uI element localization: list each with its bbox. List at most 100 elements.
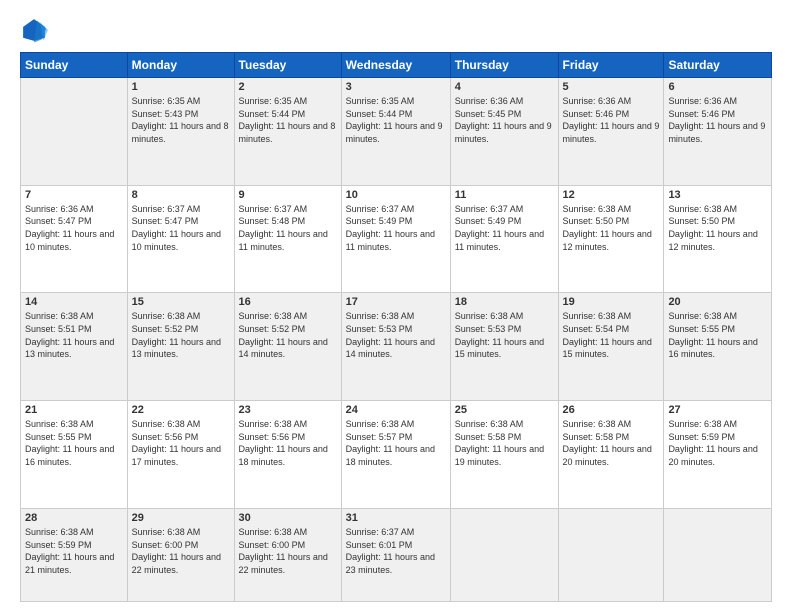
- day-number: 22: [132, 404, 230, 416]
- calendar-cell: 26Sunrise: 6:38 AM Sunset: 5:58 PM Dayli…: [558, 401, 664, 509]
- day-number: 31: [346, 512, 446, 524]
- cell-content: Sunrise: 6:35 AM Sunset: 5:43 PM Dayligh…: [132, 95, 230, 145]
- cell-content: Sunrise: 6:38 AM Sunset: 5:56 PM Dayligh…: [132, 418, 230, 468]
- cell-content: Sunrise: 6:38 AM Sunset: 5:58 PM Dayligh…: [563, 418, 660, 468]
- calendar-cell: 31 Sunrise: 6:37 AM Sunset: 6:01 PM Dayli…: [341, 508, 450, 601]
- calendar-cell: 28 Sunrise: 6:38 AM Sunset: 5:59 PM Dayli…: [21, 508, 128, 601]
- calendar-cell: 29 Sunrise: 6:38 AM Sunset: 6:00 PM Dayli…: [127, 508, 234, 601]
- calendar-cell: 6 Sunrise: 6:36 AM Sunset: 5:46 PM Daylig…: [664, 78, 772, 186]
- calendar-cell: 21 Sunrise: 6:38 AM Sunset: 5:55 PM Dayli…: [21, 401, 128, 509]
- cell-content: Sunrise: 6:38 AM Sunset: 5:59 PM Dayligh…: [25, 526, 123, 576]
- cell-content: Sunrise: 6:36 AM Sunset: 5:46 PM Dayligh…: [563, 95, 660, 145]
- cell-content: Sunrise: 6:37 AM Sunset: 6:01 PM Dayligh…: [346, 526, 446, 576]
- cell-content: Sunrise: 6:35 AM Sunset: 5:44 PM Dayligh…: [346, 95, 446, 145]
- cell-content: Sunrise: 6:38 AM Sunset: 5:52 PM Dayligh…: [239, 310, 337, 360]
- calendar-cell: 30Sunrise: 6:38 AM Sunset: 6:00 PM Dayli…: [234, 508, 341, 601]
- calendar-cell: 27 Sunrise: 6:38 AM Sunset: 5:59 PM Dayli…: [664, 401, 772, 509]
- cell-content: Sunrise: 6:36 AM Sunset: 5:45 PM Dayligh…: [455, 95, 554, 145]
- calendar-cell: [450, 508, 558, 601]
- cell-content: Sunrise: 6:36 AM Sunset: 5:46 PM Dayligh…: [668, 95, 767, 145]
- week-row-4: 28 Sunrise: 6:38 AM Sunset: 5:59 PM Dayli…: [21, 508, 772, 601]
- week-row-1: 7 Sunrise: 6:36 AM Sunset: 5:47 PM Daylig…: [21, 185, 772, 293]
- cell-content: Sunrise: 6:38 AM Sunset: 5:57 PM Dayligh…: [346, 418, 446, 468]
- calendar-cell: 4 Sunrise: 6:36 AM Sunset: 5:45 PM Daylig…: [450, 78, 558, 186]
- cell-content: Sunrise: 6:35 AM Sunset: 5:44 PM Dayligh…: [239, 95, 337, 145]
- day-number: 20: [668, 296, 767, 308]
- calendar-cell: 10 Sunrise: 6:37 AM Sunset: 5:49 PM Dayli…: [341, 185, 450, 293]
- calendar-cell: 13Sunrise: 6:38 AM Sunset: 5:50 PM Dayli…: [664, 185, 772, 293]
- day-header-tuesday: Tuesday: [234, 53, 341, 78]
- calendar-table: SundayMondayTuesdayWednesdayThursdayFrid…: [20, 52, 772, 602]
- calendar-cell: 24Sunrise: 6:38 AM Sunset: 5:57 PM Dayli…: [341, 401, 450, 509]
- page: SundayMondayTuesdayWednesdayThursdayFrid…: [0, 0, 792, 612]
- calendar-cell: 19 Sunrise: 6:38 AM Sunset: 5:54 PM Dayli…: [558, 293, 664, 401]
- calendar-cell: 1 Sunrise: 6:35 AM Sunset: 5:43 PM Daylig…: [127, 78, 234, 186]
- calendar-cell: 23Sunrise: 6:38 AM Sunset: 5:56 PM Dayli…: [234, 401, 341, 509]
- cell-content: Sunrise: 6:38 AM Sunset: 5:59 PM Dayligh…: [668, 418, 767, 468]
- calendar-cell: 15Sunrise: 6:38 AM Sunset: 5:52 PM Dayli…: [127, 293, 234, 401]
- calendar-cell: 11 Sunrise: 6:37 AM Sunset: 5:49 PM Dayli…: [450, 185, 558, 293]
- calendar-cell: 22 Sunrise: 6:38 AM Sunset: 5:56 PM Dayli…: [127, 401, 234, 509]
- calendar-cell: 2 Sunrise: 6:35 AM Sunset: 5:44 PM Daylig…: [234, 78, 341, 186]
- logo-icon: [20, 16, 48, 44]
- calendar-cell: 12 Sunrise: 6:38 AM Sunset: 5:50 PM Dayli…: [558, 185, 664, 293]
- day-header-monday: Monday: [127, 53, 234, 78]
- day-number: 10: [346, 189, 446, 201]
- day-number: 25: [455, 404, 554, 416]
- header-row: SundayMondayTuesdayWednesdayThursdayFrid…: [21, 53, 772, 78]
- header: [20, 16, 772, 44]
- day-number: 18: [455, 296, 554, 308]
- cell-content: Sunrise: 6:38 AM Sunset: 5:54 PM Dayligh…: [563, 310, 660, 360]
- cell-content: Sunrise: 6:38 AM Sunset: 5:53 PM Dayligh…: [346, 310, 446, 360]
- calendar-cell: 5 Sunrise: 6:36 AM Sunset: 5:46 PM Daylig…: [558, 78, 664, 186]
- calendar-cell: 8Sunrise: 6:37 AM Sunset: 5:47 PM Daylig…: [127, 185, 234, 293]
- calendar-cell: 7 Sunrise: 6:36 AM Sunset: 5:47 PM Daylig…: [21, 185, 128, 293]
- calendar-cell: 25 Sunrise: 6:38 AM Sunset: 5:58 PM Dayli…: [450, 401, 558, 509]
- calendar-cell: 9Sunrise: 6:37 AM Sunset: 5:48 PM Daylig…: [234, 185, 341, 293]
- day-number: 11: [455, 189, 554, 201]
- cell-content: Sunrise: 6:38 AM Sunset: 5:55 PM Dayligh…: [25, 418, 123, 468]
- day-number: 8: [132, 189, 230, 201]
- calendar-cell: 20 Sunrise: 6:38 AM Sunset: 5:55 PM Dayli…: [664, 293, 772, 401]
- cell-content: Sunrise: 6:38 AM Sunset: 5:50 PM Dayligh…: [563, 203, 660, 253]
- day-number: 2: [239, 81, 337, 93]
- day-header-sunday: Sunday: [21, 53, 128, 78]
- day-header-friday: Friday: [558, 53, 664, 78]
- calendar-cell: 16 Sunrise: 6:38 AM Sunset: 5:52 PM Dayli…: [234, 293, 341, 401]
- day-number: 27: [668, 404, 767, 416]
- day-number: 12: [563, 189, 660, 201]
- cell-content: Sunrise: 6:36 AM Sunset: 5:47 PM Dayligh…: [25, 203, 123, 253]
- calendar-cell: [21, 78, 128, 186]
- cell-content: Sunrise: 6:38 AM Sunset: 5:51 PM Dayligh…: [25, 310, 123, 360]
- day-header-saturday: Saturday: [664, 53, 772, 78]
- calendar-cell: 3 Sunrise: 6:35 AM Sunset: 5:44 PM Daylig…: [341, 78, 450, 186]
- cell-content: Sunrise: 6:38 AM Sunset: 5:53 PM Dayligh…: [455, 310, 554, 360]
- cell-content: Sunrise: 6:38 AM Sunset: 5:56 PM Dayligh…: [239, 418, 337, 468]
- cell-content: Sunrise: 6:38 AM Sunset: 5:55 PM Dayligh…: [668, 310, 767, 360]
- cell-content: Sunrise: 6:37 AM Sunset: 5:49 PM Dayligh…: [455, 203, 554, 253]
- cell-content: Sunrise: 6:37 AM Sunset: 5:49 PM Dayligh…: [346, 203, 446, 253]
- day-number: 3: [346, 81, 446, 93]
- cell-content: Sunrise: 6:37 AM Sunset: 5:48 PM Dayligh…: [239, 203, 337, 253]
- logo: [20, 16, 52, 44]
- calendar-cell: 17Sunrise: 6:38 AM Sunset: 5:53 PM Dayli…: [341, 293, 450, 401]
- day-header-wednesday: Wednesday: [341, 53, 450, 78]
- day-number: 19: [563, 296, 660, 308]
- calendar-cell: [558, 508, 664, 601]
- week-row-0: 1 Sunrise: 6:35 AM Sunset: 5:43 PM Daylig…: [21, 78, 772, 186]
- day-number: 21: [25, 404, 123, 416]
- day-number: 28: [25, 512, 123, 524]
- day-number: 4: [455, 81, 554, 93]
- calendar-cell: 14Sunrise: 6:38 AM Sunset: 5:51 PM Dayli…: [21, 293, 128, 401]
- cell-content: Sunrise: 6:38 AM Sunset: 5:58 PM Dayligh…: [455, 418, 554, 468]
- cell-content: Sunrise: 6:38 AM Sunset: 6:00 PM Dayligh…: [132, 526, 230, 576]
- day-number: 16: [239, 296, 337, 308]
- day-number: 30: [239, 512, 337, 524]
- day-number: 29: [132, 512, 230, 524]
- week-row-3: 21 Sunrise: 6:38 AM Sunset: 5:55 PM Dayli…: [21, 401, 772, 509]
- day-number: 6: [668, 81, 767, 93]
- day-number: 7: [25, 189, 123, 201]
- calendar-cell: [664, 508, 772, 601]
- day-number: 1: [132, 81, 230, 93]
- day-number: 5: [563, 81, 660, 93]
